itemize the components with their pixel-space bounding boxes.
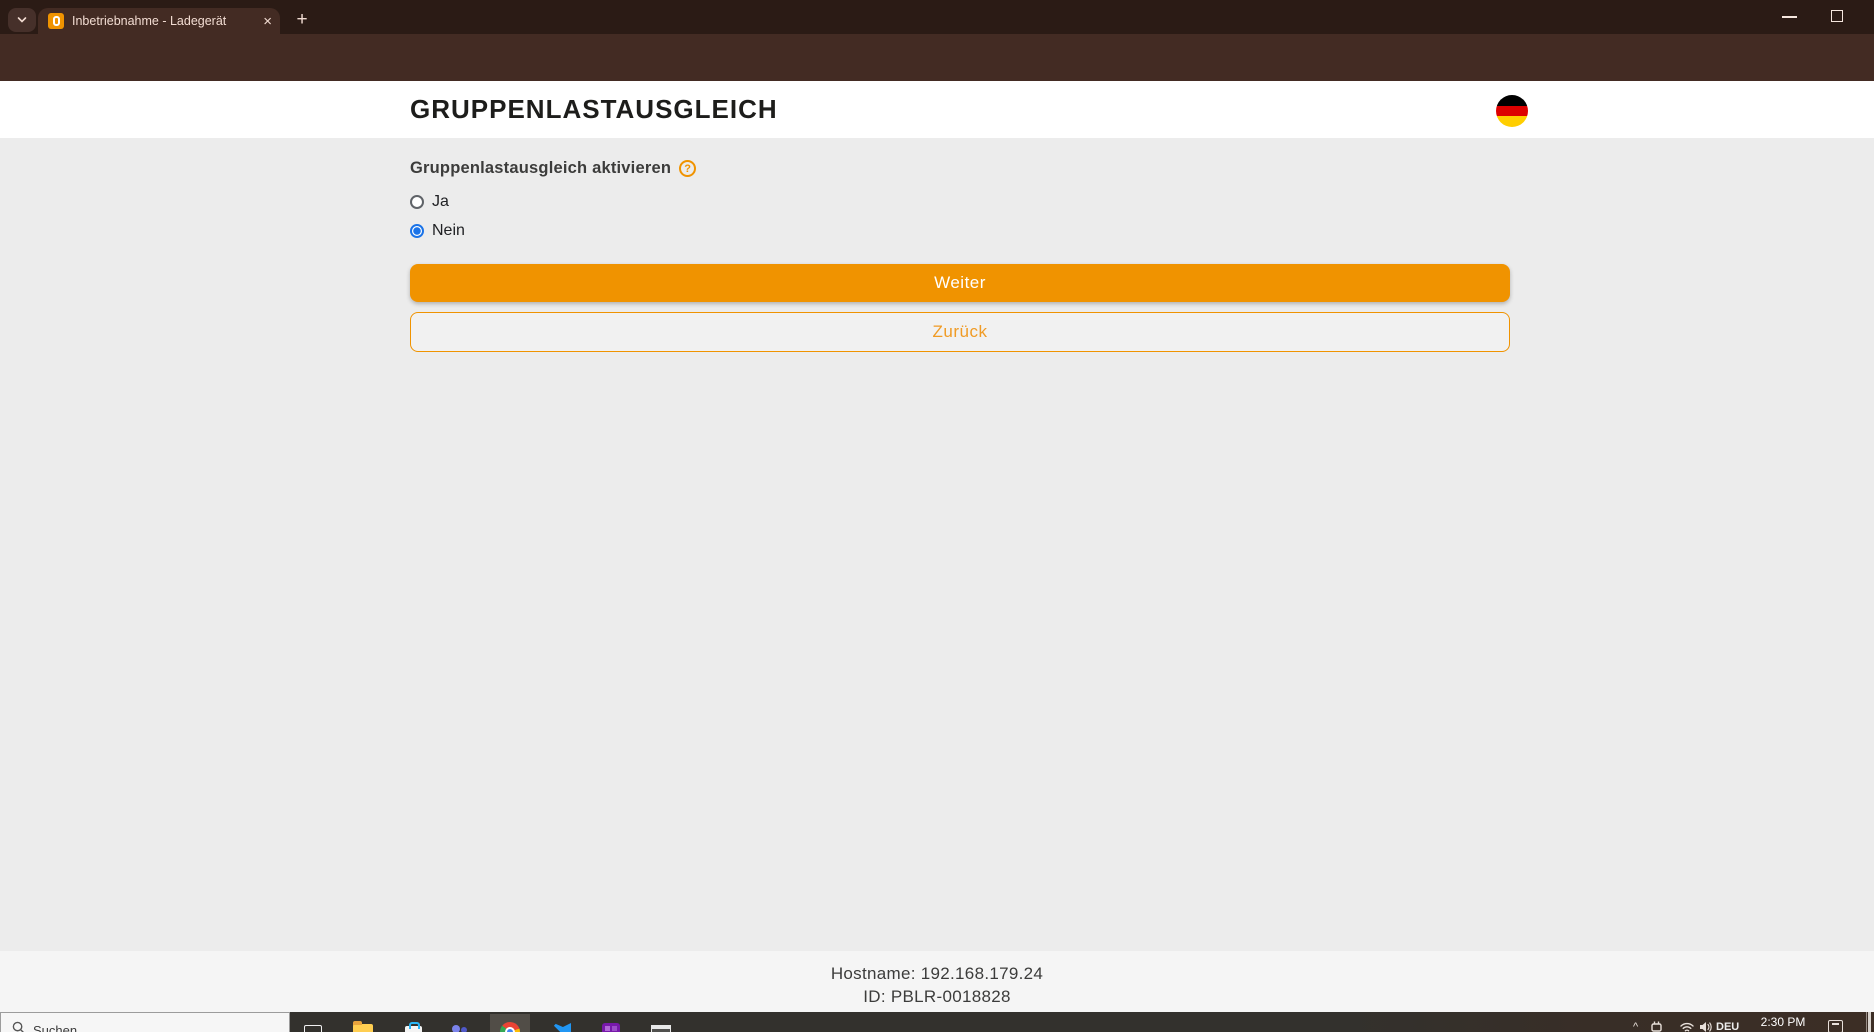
taskbar-clock[interactable]: 2:30 PM [1756, 1015, 1810, 1029]
radio-option-ja[interactable]: Ja [410, 192, 1510, 212]
taskbar: Suchen ^ DEU 2:30 PM [0, 1012, 1874, 1032]
search-icon [12, 1021, 25, 1032]
page-body: Gruppenlastausgleich aktivieren ? Ja Nei… [0, 138, 1874, 951]
radio-option-nein[interactable]: Nein [410, 221, 1510, 241]
page-title: GRUPPENLASTAUSGLEICH [410, 81, 778, 138]
search-placeholder: Suchen [33, 1023, 77, 1032]
show-desktop-divider [1866, 1012, 1867, 1032]
radio-ja[interactable] [410, 195, 424, 209]
tab-close-icon[interactable]: × [263, 14, 272, 29]
tray-caret-icon[interactable]: ^ [1633, 1022, 1638, 1032]
file-explorer-icon[interactable] [351, 1021, 375, 1032]
task-view-icon[interactable] [301, 1021, 325, 1032]
form-content: Gruppenlastausgleich aktivieren ? Ja Nei… [410, 138, 1510, 352]
store-icon[interactable] [401, 1021, 425, 1032]
radio-nein-label: Nein [432, 222, 465, 240]
radio-nein[interactable] [410, 224, 424, 238]
keyboard-language-indicator[interactable]: DEU [1716, 1021, 1739, 1032]
site-favicon-icon [48, 13, 64, 29]
browser-tab-strip: Inbetriebnahme - Ladegerät × + [0, 0, 1874, 34]
page-footer: Hostname: 192.168.179.24 ID: PBLR-001882… [0, 951, 1874, 1012]
back-button[interactable]: Zurück [410, 312, 1510, 352]
browser-toolbar: ← → ⚠ Nicht sicher 192.168.179.24 ☆ [0, 34, 1874, 81]
device-id-text: ID: PBLR-0018828 [0, 985, 1874, 1008]
screen: Inbetriebnahme - Ladegerät × + ← → ⚠ Nic… [0, 0, 1874, 1032]
legacy-window-icon[interactable] [649, 1021, 673, 1032]
notification-center-icon[interactable] [1828, 1020, 1843, 1032]
wifi-icon[interactable] [1680, 1022, 1694, 1032]
hostname-text: Hostname: 192.168.179.24 [0, 962, 1874, 985]
chevron-down-icon [17, 15, 27, 25]
taskbar-search-box[interactable]: Suchen [0, 1012, 290, 1032]
chrome-icon[interactable] [498, 1021, 522, 1032]
office-icon[interactable] [599, 1021, 623, 1032]
power-plug-icon[interactable] [1650, 1021, 1664, 1032]
next-button[interactable]: Weiter [410, 264, 1510, 302]
tab-title: Inbetriebnahme - Ladegerät [72, 14, 257, 28]
show-desktop-button[interactable] [1868, 1012, 1871, 1032]
new-tab-button[interactable]: + [290, 8, 314, 32]
radio-ja-label: Ja [432, 193, 449, 211]
browser-tab[interactable]: Inbetriebnahme - Ladegerät × [38, 8, 280, 34]
help-icon[interactable]: ? [679, 160, 696, 177]
page-header: GRUPPENLASTAUSGLEICH [0, 81, 1874, 138]
volume-icon[interactable] [1699, 1021, 1712, 1032]
teams-icon[interactable] [448, 1021, 472, 1032]
language-flag-german-icon[interactable] [1496, 95, 1528, 127]
window-minimize-button[interactable] [1782, 16, 1797, 18]
tab-search-button[interactable] [8, 8, 36, 32]
question-label: Gruppenlastausgleich aktivieren [410, 159, 671, 178]
vscode-icon[interactable] [550, 1021, 574, 1032]
window-maximize-button[interactable] [1831, 10, 1843, 22]
